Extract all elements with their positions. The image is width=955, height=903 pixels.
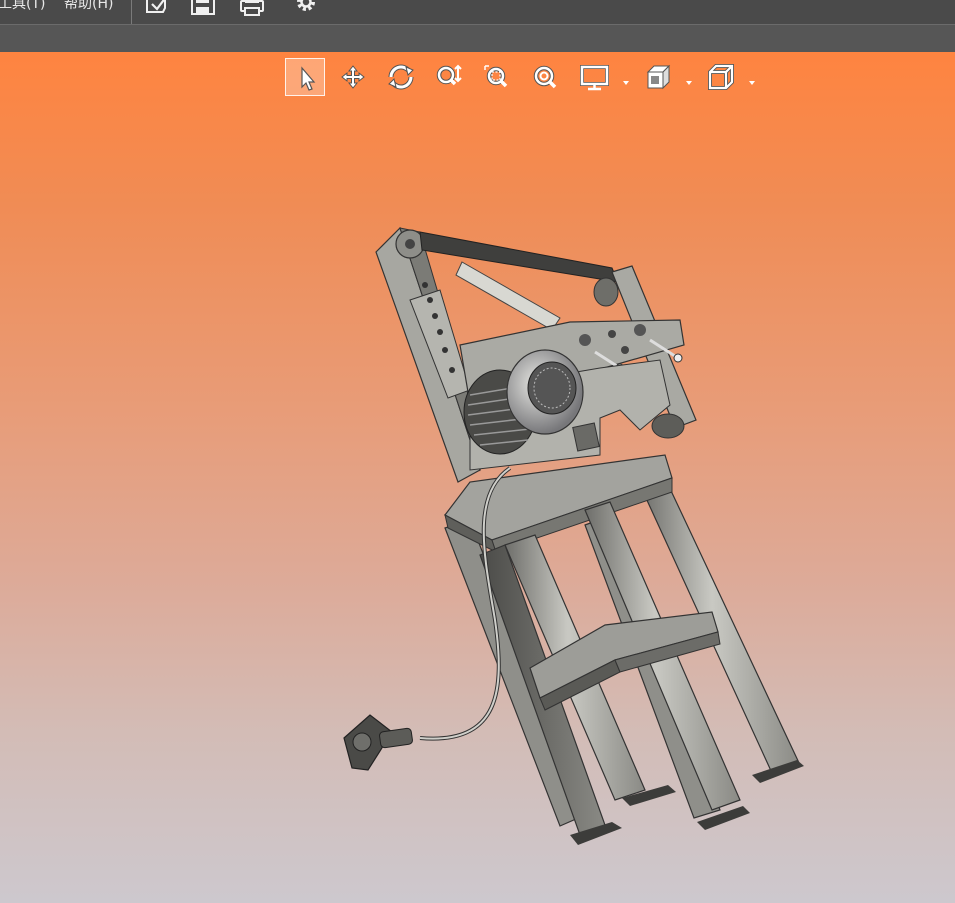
edit-document-icon[interactable] [144, 0, 170, 16]
menu-bar: 工具(T) 帮助(H) [0, 0, 955, 25]
3d-viewport[interactable] [0, 52, 955, 903]
3d-model-belt-grinder[interactable] [0, 52, 955, 903]
ribbon-bar [0, 25, 955, 52]
save-icon[interactable] [191, 0, 217, 16]
print-icon[interactable] [240, 0, 266, 16]
menu-separator [131, 0, 132, 24]
menu-help[interactable]: 帮助(H) [64, 0, 113, 19]
power-switch [343, 714, 413, 771]
menu-tools[interactable]: 工具(T) [0, 0, 45, 19]
cad-application-window: 工具(T) 帮助(H) [0, 0, 955, 903]
settings-gear-icon[interactable] [294, 0, 320, 16]
